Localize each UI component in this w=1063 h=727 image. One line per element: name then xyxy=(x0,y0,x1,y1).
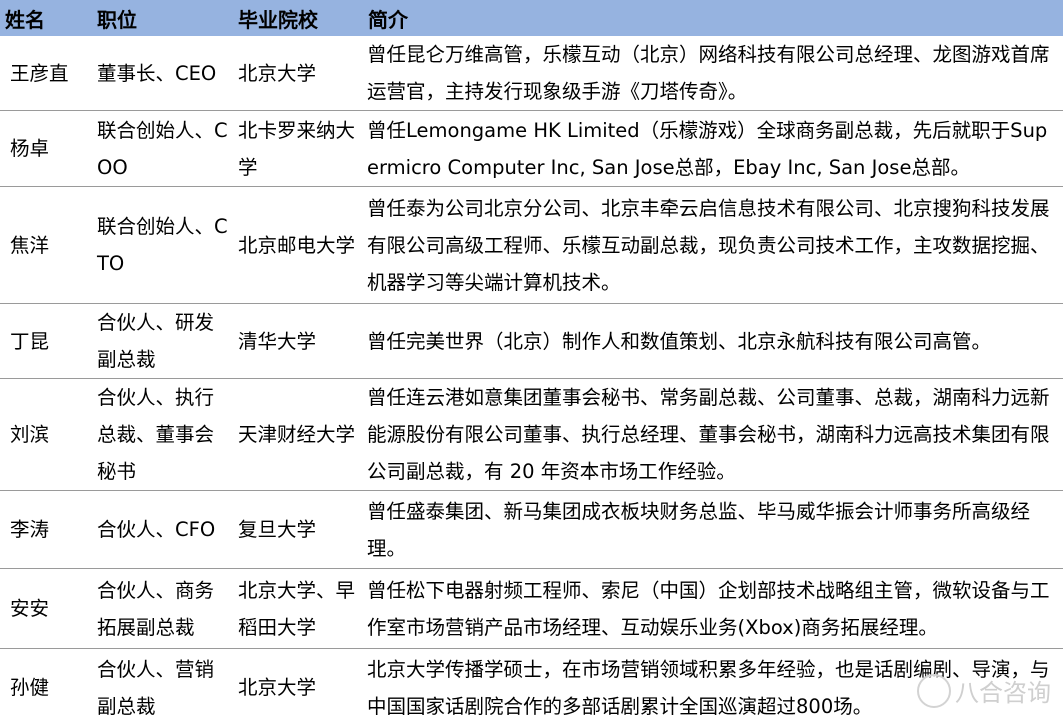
table-row: 杨卓 联合创始人、COO 北卡罗来纳大学 曾任Lemongame HK Limi… xyxy=(0,110,1063,187)
cell-position: 合伙人、营销副总裁 xyxy=(97,657,215,718)
cell-bio: 曾任盛泰集团、新马集团成衣板块财务总监、毕马威华振会计师事务所高级经理。 xyxy=(358,490,1063,569)
cell-bio: 曾任连云港如意集团董事会秘书、常务副总裁、公司董事、总裁，湖南科力远新能源股份有… xyxy=(358,378,1063,491)
cell-name: 李涛 xyxy=(0,490,87,569)
cell-position: 合伙人、执行总裁、董事会秘书 xyxy=(87,378,228,491)
cell-position: 董事长、CEO xyxy=(87,36,228,111)
header-school: 毕业院校 xyxy=(228,0,358,36)
table-row: 安安 合伙人、商务拓展副总裁 北京大学、早稻田大学 曾任松下电器射频工程师、索尼… xyxy=(0,568,1063,649)
cell-position: 合伙人、商务拓展副总裁 xyxy=(87,568,228,649)
table-row: 孙健 合伙人、营销副总裁 北京大学 北京大学传播学硕士，在市场营销领域积累多年经… xyxy=(0,649,1063,727)
cell-name: 丁昆 xyxy=(0,303,87,379)
table-body: 王彦直 董事长、CEO 北京大学 曾任昆仑万维高管，乐檬互动（北京）网络科技有限… xyxy=(0,36,1063,727)
cell-school: 北卡罗来纳大学 xyxy=(228,110,358,187)
cell-name: 孙健 xyxy=(10,676,50,700)
cell-school: 清华大学 xyxy=(228,303,358,379)
cell-school: 北京邮电大学 xyxy=(228,186,358,304)
cell-name: 杨卓 xyxy=(0,110,87,187)
cell-bio: 曾任Lemongame HK Limited（乐檬游戏）全球商务副总裁，先后就职… xyxy=(358,110,1063,187)
cell-position: 合伙人、研发副总裁 xyxy=(87,303,228,379)
cell-bio: 曾任泰为公司北京分公司、北京丰牵云启信息技术有限公司、北京搜狗科技发展有限公司高… xyxy=(358,186,1063,304)
header-bio: 简介 xyxy=(358,0,1063,36)
table-header: 姓名 职位 毕业院校 简介 xyxy=(0,0,1063,36)
table-row: 王彦直 董事长、CEO 北京大学 曾任昆仑万维高管，乐檬互动（北京）网络科技有限… xyxy=(0,36,1063,111)
cell-school: 北京大学、早稻田大学 xyxy=(228,568,358,649)
cell-position: 联合创始人、CTO xyxy=(87,186,228,304)
executive-table: 姓名 职位 毕业院校 简介 王彦直 董事长、CEO 北京大学 曾任昆仑万维高管，… xyxy=(0,0,1063,727)
table-row: 丁昆 合伙人、研发副总裁 清华大学 曾任完美世界（北京）制作人和数值策划、北京永… xyxy=(0,303,1063,379)
cell-name: 王彦直 xyxy=(0,36,87,111)
cell-bio: 曾任昆仑万维高管，乐檬互动（北京）网络科技有限公司总经理、龙图游戏首席运营官，主… xyxy=(358,36,1063,111)
cell-school: 北京大学 xyxy=(238,676,317,700)
cell-school: 复旦大学 xyxy=(228,490,358,569)
cell-position: 联合创始人、COO xyxy=(87,110,228,187)
cell-position: 合伙人、CFO xyxy=(87,490,228,569)
header-row: 姓名 职位 毕业院校 简介 xyxy=(0,0,1063,36)
table-row: 刘滨 合伙人、执行总裁、董事会秘书 天津财经大学 曾任连云港如意集团董事会秘书、… xyxy=(0,378,1063,491)
cell-school: 北京大学 xyxy=(228,36,358,111)
cell-bio: 曾任完美世界（北京）制作人和数值策划、北京永航科技有限公司高管。 xyxy=(358,303,1063,379)
header-name: 姓名 xyxy=(0,0,87,36)
cell-name: 焦洋 xyxy=(0,186,87,304)
cell-school: 天津财经大学 xyxy=(228,378,358,491)
cell-bio: 曾任松下电器射频工程师、索尼（中国）企划部技术战略组主管，微软设备与工作室市场营… xyxy=(358,568,1063,649)
cell-name: 刘滨 xyxy=(0,378,87,491)
cell-name: 安安 xyxy=(0,568,87,649)
table-row: 李涛 合伙人、CFO 复旦大学 曾任盛泰集团、新马集团成衣板块财务总监、毕马威华… xyxy=(0,490,1063,569)
cell-bio: 北京大学传播学硕士，在市场营销领域积累多年经验，也是话剧编剧、导演，与中国国家话… xyxy=(367,657,1050,718)
header-position: 职位 xyxy=(87,0,228,36)
table-row: 焦洋 联合创始人、CTO 北京邮电大学 曾任泰为公司北京分公司、北京丰牵云启信息… xyxy=(0,186,1063,304)
